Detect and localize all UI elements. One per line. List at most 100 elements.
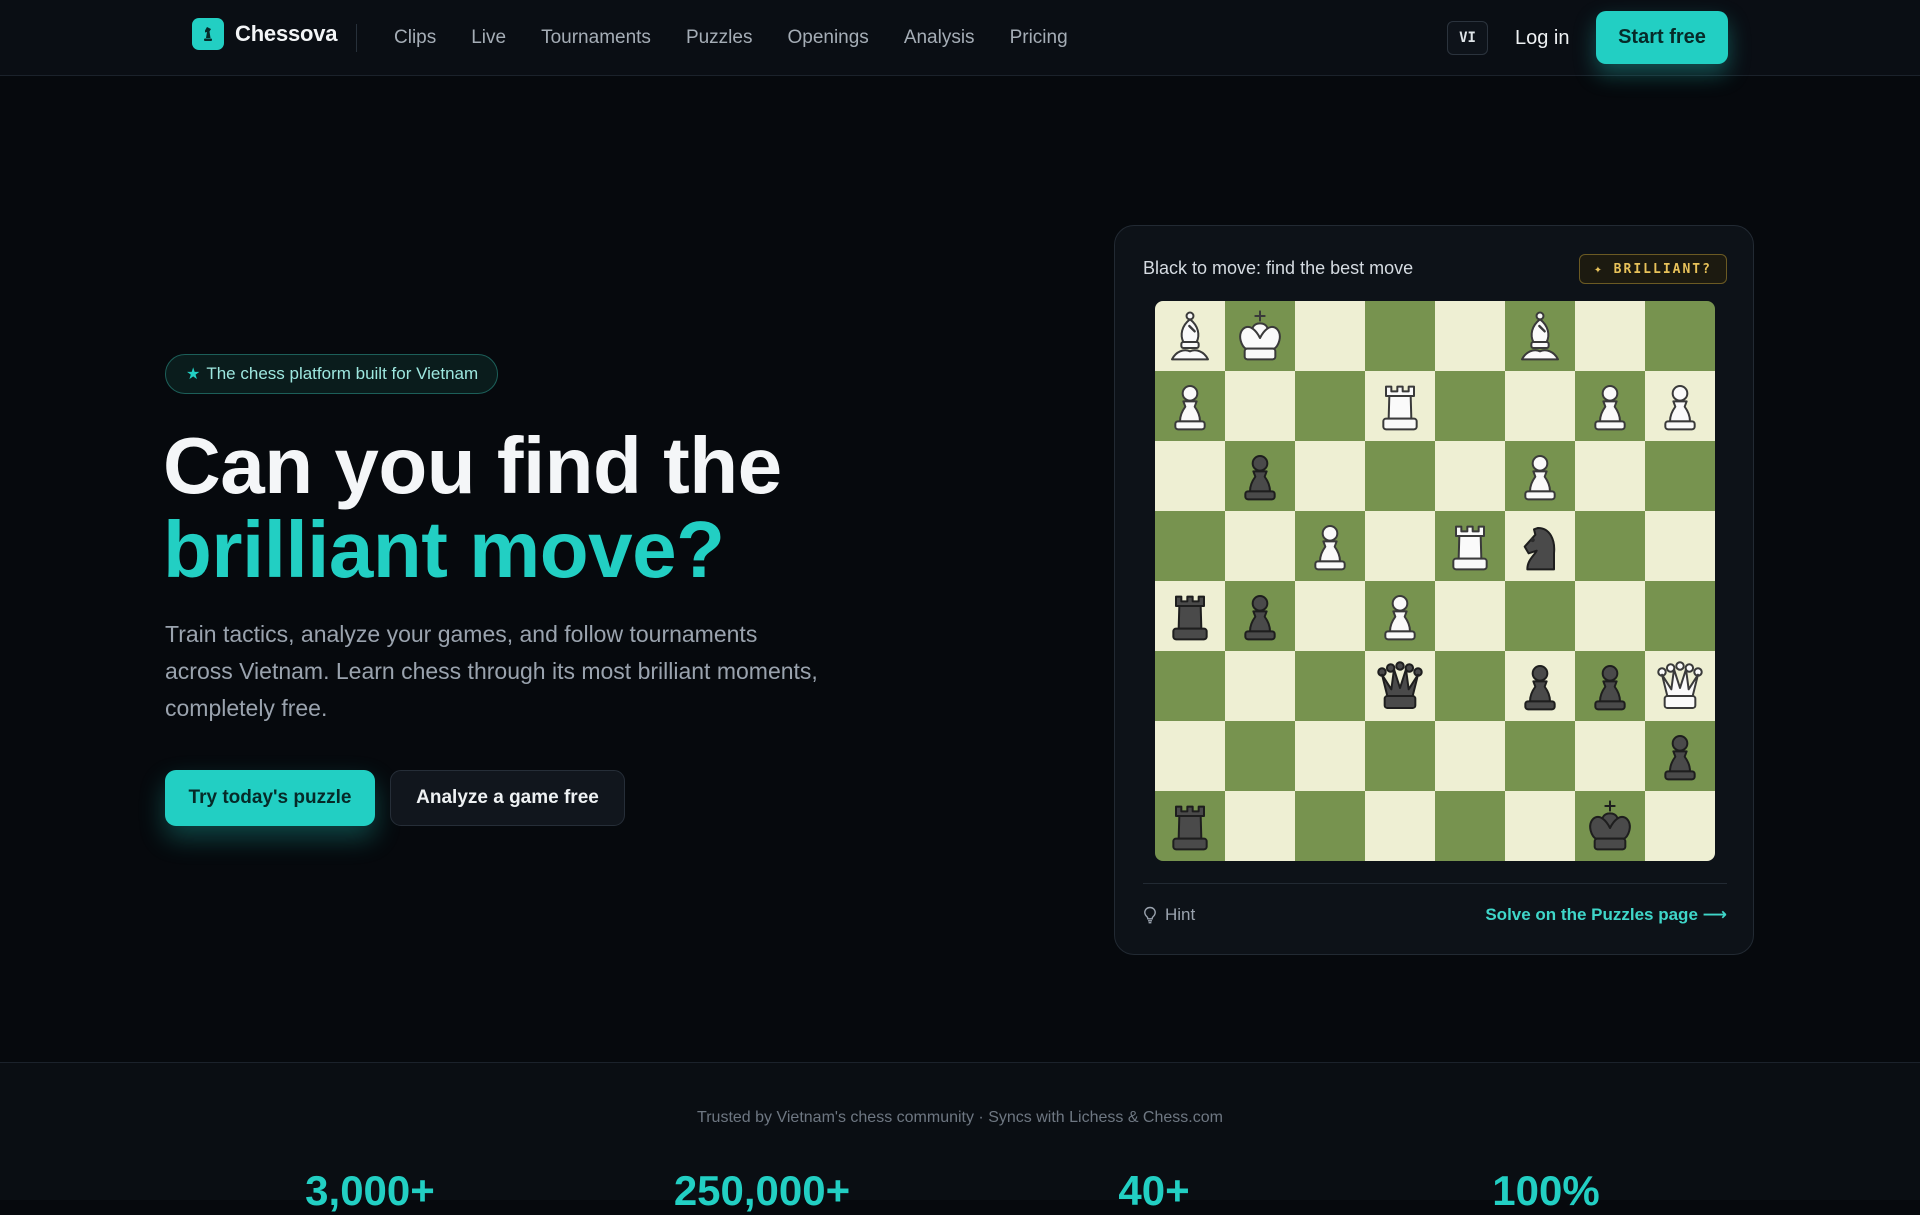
- board-square[interactable]: [1645, 301, 1715, 371]
- board-square[interactable]: [1505, 301, 1575, 371]
- nav-link-openings[interactable]: Openings: [787, 24, 868, 52]
- board-square[interactable]: [1155, 371, 1225, 441]
- board-square[interactable]: [1575, 511, 1645, 581]
- board-square[interactable]: [1365, 301, 1435, 371]
- chess-board[interactable]: [1155, 301, 1715, 861]
- board-square[interactable]: [1155, 791, 1225, 861]
- black-knight-icon[interactable]: [1510, 516, 1570, 576]
- board-square[interactable]: [1295, 721, 1365, 791]
- board-square[interactable]: [1645, 721, 1715, 791]
- board-square[interactable]: [1225, 301, 1295, 371]
- board-square[interactable]: [1645, 511, 1715, 581]
- board-square[interactable]: [1225, 721, 1295, 791]
- analyze-game-button[interactable]: Analyze a game free: [390, 770, 625, 826]
- nav-link-clips[interactable]: Clips: [394, 24, 436, 52]
- white-pawn-icon[interactable]: [1300, 516, 1360, 576]
- board-square[interactable]: [1575, 371, 1645, 441]
- board-square[interactable]: [1435, 651, 1505, 721]
- board-square[interactable]: [1645, 581, 1715, 651]
- board-square[interactable]: [1505, 791, 1575, 861]
- board-square[interactable]: [1225, 441, 1295, 511]
- hint-button[interactable]: Hint: [1143, 905, 1195, 925]
- nav-link-pricing[interactable]: Pricing: [1010, 24, 1068, 52]
- start-free-button[interactable]: Start free: [1596, 11, 1728, 64]
- try-puzzle-button[interactable]: Try today's puzzle: [165, 770, 375, 826]
- board-square[interactable]: [1645, 371, 1715, 441]
- board-square[interactable]: [1295, 791, 1365, 861]
- black-pawn-icon[interactable]: [1230, 446, 1290, 506]
- login-link[interactable]: Log in: [1515, 23, 1570, 53]
- board-square[interactable]: [1645, 651, 1715, 721]
- nav-link-puzzles[interactable]: Puzzles: [686, 24, 753, 52]
- board-square[interactable]: [1435, 441, 1505, 511]
- board-square[interactable]: [1295, 581, 1365, 651]
- board-square[interactable]: [1225, 511, 1295, 581]
- board-square[interactable]: [1575, 301, 1645, 371]
- board-square[interactable]: [1225, 651, 1295, 721]
- board-square[interactable]: [1435, 371, 1505, 441]
- black-king-icon[interactable]: [1580, 796, 1640, 856]
- board-square[interactable]: [1295, 651, 1365, 721]
- white-queen-icon[interactable]: [1650, 656, 1710, 716]
- language-switcher[interactable]: VI: [1447, 21, 1488, 55]
- board-square[interactable]: [1365, 371, 1435, 441]
- white-rook-icon[interactable]: [1440, 516, 1500, 576]
- board-square[interactable]: [1295, 511, 1365, 581]
- black-rook-icon[interactable]: [1160, 796, 1220, 856]
- board-square[interactable]: [1365, 651, 1435, 721]
- board-square[interactable]: [1505, 581, 1575, 651]
- board-square[interactable]: [1435, 301, 1505, 371]
- board-square[interactable]: [1645, 791, 1715, 861]
- board-square[interactable]: [1505, 441, 1575, 511]
- board-square[interactable]: [1575, 651, 1645, 721]
- board-square[interactable]: [1155, 511, 1225, 581]
- board-square[interactable]: [1645, 441, 1715, 511]
- black-pawn-icon[interactable]: [1230, 586, 1290, 646]
- board-square[interactable]: [1435, 721, 1505, 791]
- board-square[interactable]: [1365, 511, 1435, 581]
- board-square[interactable]: [1365, 721, 1435, 791]
- black-rook-icon[interactable]: [1160, 586, 1220, 646]
- board-square[interactable]: [1225, 791, 1295, 861]
- white-pawn-icon[interactable]: [1510, 446, 1570, 506]
- board-square[interactable]: [1365, 791, 1435, 861]
- board-square[interactable]: [1505, 721, 1575, 791]
- board-square[interactable]: [1365, 581, 1435, 651]
- board-square[interactable]: [1435, 511, 1505, 581]
- board-square[interactable]: [1505, 511, 1575, 581]
- board-square[interactable]: [1575, 721, 1645, 791]
- board-square[interactable]: [1435, 791, 1505, 861]
- white-bishop-icon[interactable]: [1160, 306, 1220, 366]
- black-pawn-icon[interactable]: [1580, 656, 1640, 716]
- board-square[interactable]: [1155, 581, 1225, 651]
- board-square[interactable]: [1575, 791, 1645, 861]
- white-bishop-icon[interactable]: [1510, 306, 1570, 366]
- board-square[interactable]: [1365, 441, 1435, 511]
- board-square[interactable]: [1575, 581, 1645, 651]
- board-square[interactable]: [1225, 371, 1295, 441]
- board-square[interactable]: [1155, 441, 1225, 511]
- board-square[interactable]: [1505, 651, 1575, 721]
- solve-puzzles-link[interactable]: Solve on the Puzzles page ⟶: [1481, 905, 1727, 925]
- white-pawn-icon[interactable]: [1650, 376, 1710, 436]
- white-king-icon[interactable]: [1230, 306, 1290, 366]
- board-square[interactable]: [1295, 441, 1365, 511]
- nav-link-tournaments[interactable]: Tournaments: [541, 24, 651, 52]
- board-square[interactable]: [1155, 651, 1225, 721]
- board-square[interactable]: [1155, 721, 1225, 791]
- board-square[interactable]: [1575, 441, 1645, 511]
- black-queen-icon[interactable]: [1370, 656, 1430, 716]
- board-square[interactable]: [1505, 371, 1575, 441]
- board-square[interactable]: [1155, 301, 1225, 371]
- black-pawn-icon[interactable]: [1650, 726, 1710, 786]
- board-square[interactable]: [1435, 581, 1505, 651]
- board-square[interactable]: [1295, 301, 1365, 371]
- brand[interactable]: Chessova: [192, 17, 338, 51]
- white-pawn-icon[interactable]: [1370, 586, 1430, 646]
- white-pawn-icon[interactable]: [1160, 376, 1220, 436]
- board-square[interactable]: [1295, 371, 1365, 441]
- black-pawn-icon[interactable]: [1510, 656, 1570, 716]
- board-square[interactable]: [1225, 581, 1295, 651]
- white-pawn-icon[interactable]: [1580, 376, 1640, 436]
- nav-link-live[interactable]: Live: [471, 24, 506, 52]
